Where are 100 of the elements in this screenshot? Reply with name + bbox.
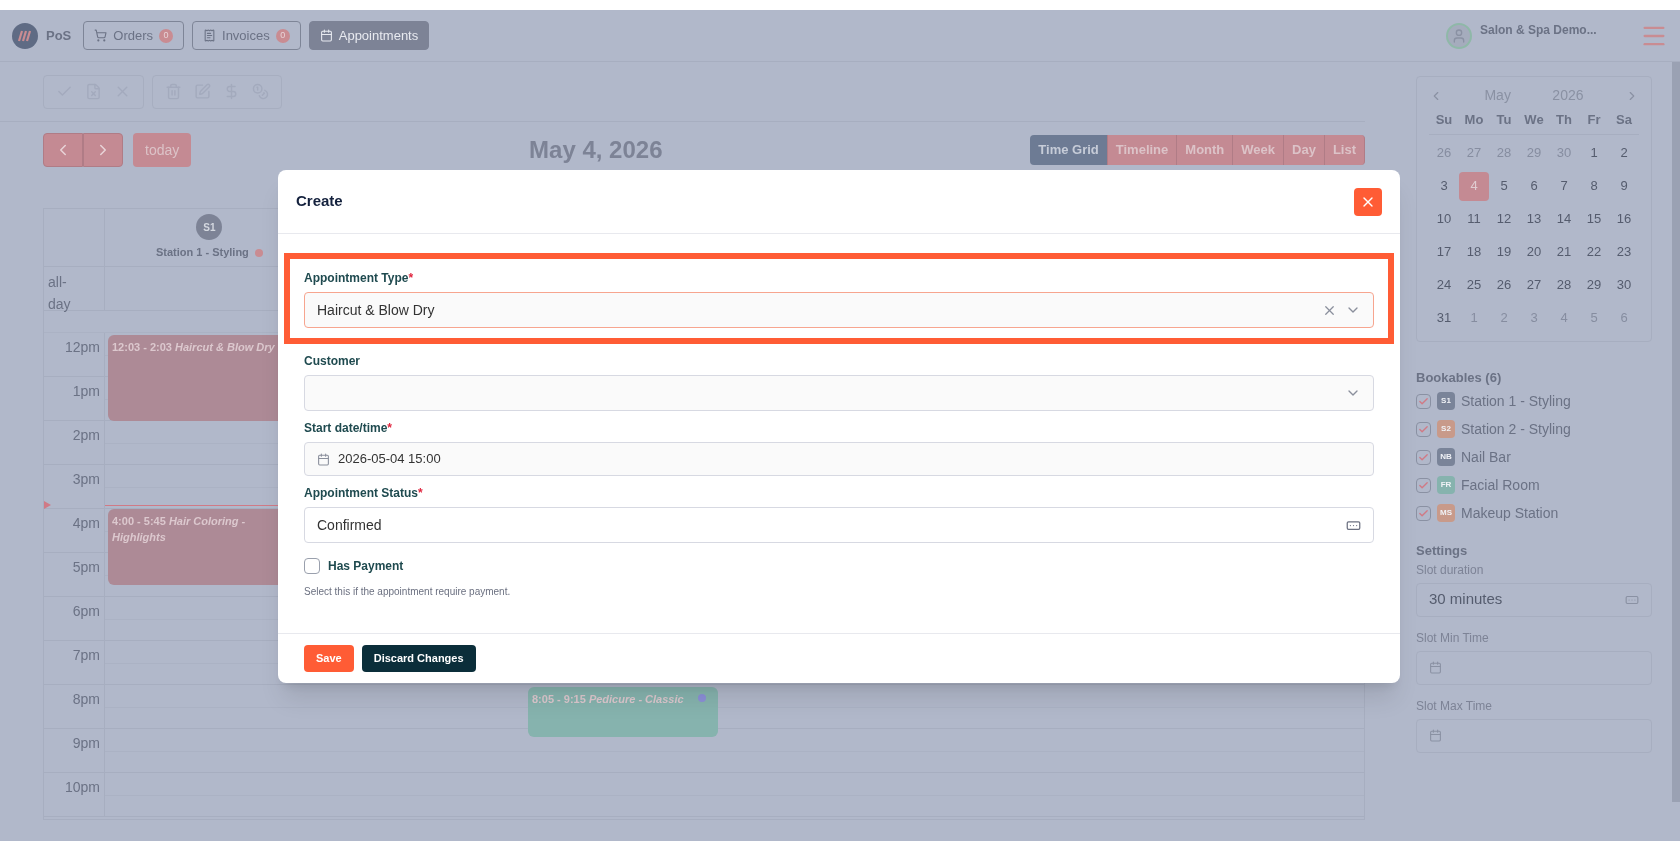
time-field[interactable]: [1416, 718, 1652, 753]
resource-name: Station 1 - Styling: [155, 245, 249, 261]
check-icon: [1418, 451, 1429, 463]
day-cell[interactable]: 13: [1519, 204, 1549, 234]
all-day-label: all-day: [48, 273, 72, 314]
select-field[interactable]: Haircut & Blow Dry: [304, 292, 1374, 328]
hour-label: 12pm: [64, 338, 100, 355]
checkbox[interactable]: [1416, 393, 1431, 409]
field-label: Customer: [304, 353, 361, 370]
weekday-label: Th: [1555, 111, 1573, 129]
nav-icon: [203, 29, 217, 42]
weekday-label: We: [1523, 111, 1545, 129]
day-cell[interactable]: 18: [1459, 237, 1489, 267]
view-tab[interactable]: List: [1324, 135, 1365, 165]
checkbox[interactable]: [1416, 477, 1431, 493]
day-cell[interactable]: 1: [1579, 138, 1609, 168]
resource-avatar: S1: [196, 214, 223, 241]
day-cell[interactable]: 28: [1549, 270, 1579, 300]
day-cell[interactable]: 11: [1459, 204, 1489, 234]
select-field[interactable]: [304, 375, 1374, 411]
logo-icon: [12, 22, 38, 49]
discard-button[interactable]: Discard Changes: [361, 645, 476, 672]
bookables-title: Bookables (6): [1416, 368, 1503, 387]
day-cell[interactable]: 10: [1429, 204, 1459, 234]
view-tab[interactable]: Day: [1284, 135, 1325, 165]
field-label: Appointment Type*: [304, 270, 415, 287]
resource-badge: S2: [1437, 420, 1455, 438]
day-cell[interactable]: 5: [1489, 171, 1519, 201]
event-text: 12:03 - 2:03 Haircut & Blow Dry: [112, 341, 275, 353]
hour-label: 5pm: [72, 558, 100, 575]
help-text: Select this if the appointment require payment.: [304, 585, 512, 599]
day-cell[interactable]: 31: [1429, 303, 1459, 333]
user-name: Salon & Spa Demo...: [1480, 21, 1598, 39]
view-tab[interactable]: Timeline: [1107, 135, 1178, 165]
date-field[interactable]: 2026-05-04 15:00: [304, 442, 1374, 476]
prev-button[interactable]: [43, 133, 83, 167]
hour-label: 3pm: [72, 470, 100, 487]
nav-icon: [319, 29, 333, 42]
day-cell[interactable]: 6: [1519, 171, 1549, 201]
person-icon: [1451, 27, 1467, 44]
resource-badge: MS: [1437, 504, 1455, 522]
day-cell[interactable]: 16: [1609, 204, 1639, 234]
check-icon: [1418, 423, 1429, 435]
field-label: Appointment Status*: [304, 485, 424, 502]
count-badge: 0: [159, 28, 174, 43]
day-cell[interactable]: 19: [1489, 237, 1519, 267]
day-cell[interactable]: 8: [1579, 171, 1609, 201]
day-cell[interactable]: 25: [1459, 270, 1489, 300]
weekday-label: Su: [1434, 111, 1454, 129]
next-button[interactable]: [83, 133, 123, 167]
day-cell[interactable]: 9: [1609, 171, 1639, 201]
settings-title: Settings: [1416, 542, 1469, 560]
today-button[interactable]: today: [133, 133, 192, 167]
checkbox[interactable]: [1416, 421, 1431, 437]
weekday-label: Sa: [1615, 111, 1633, 129]
checkbox[interactable]: [1416, 505, 1431, 521]
status-select[interactable]: Confirmed: [304, 507, 1374, 543]
count-badge: 0: [275, 28, 290, 43]
nav-button[interactable]: Orders 0: [83, 21, 185, 50]
bookable-name: Station 1 - Styling: [1461, 391, 1571, 411]
day-cell[interactable]: 15: [1579, 204, 1609, 234]
view-tab[interactable]: Week: [1233, 135, 1284, 165]
checkbox[interactable]: [1416, 449, 1431, 465]
day-cell[interactable]: 22: [1579, 237, 1609, 267]
hour-label: 2pm: [72, 426, 100, 443]
day-cell[interactable]: 7: [1549, 171, 1579, 201]
day-cell[interactable]: 3: [1429, 171, 1459, 201]
day-cell[interactable]: 17: [1429, 237, 1459, 267]
slot-duration-select[interactable]: 30 minutes: [1416, 582, 1652, 617]
bookable-name: Station 2 - Styling: [1461, 419, 1571, 439]
day-cell[interactable]: 26: [1489, 270, 1519, 300]
resource-badge: S1: [1437, 392, 1455, 410]
field-label: Start date/time*: [304, 420, 394, 437]
day-cell[interactable]: 30: [1609, 270, 1639, 300]
event-text: 8:05 - 9:15 Pedicure - Classic: [532, 693, 684, 705]
day-cell[interactable]: 4: [1459, 171, 1489, 201]
time-field[interactable]: [1416, 650, 1652, 685]
day-cell[interactable]: 20: [1519, 237, 1549, 267]
view-tab[interactable]: Time Grid: [1030, 135, 1108, 165]
day-cell[interactable]: 27: [1519, 270, 1549, 300]
day-cell[interactable]: 14: [1549, 204, 1579, 234]
nav-button[interactable]: Appointments: [308, 21, 430, 50]
view-tab[interactable]: Month: [1177, 135, 1234, 165]
day-cell[interactable]: 2: [1609, 138, 1639, 168]
close-button[interactable]: [1354, 187, 1382, 216]
day-cell[interactable]: 23: [1609, 237, 1639, 267]
day-cell[interactable]: 29: [1579, 270, 1609, 300]
save-button[interactable]: Save: [304, 645, 354, 672]
day-cell[interactable]: 24: [1429, 270, 1459, 300]
day-cell[interactable]: 12: [1489, 204, 1519, 234]
dialog-title: Create: [296, 191, 343, 212]
checkbox-label: Has Payment: [328, 558, 404, 575]
checkbox[interactable]: [304, 558, 320, 574]
calendar-icon: [317, 452, 330, 466]
day-cell[interactable]: 21: [1549, 237, 1579, 267]
bookable-name: Facial Room: [1461, 475, 1540, 495]
calendar-icon: [1429, 729, 1442, 742]
resource-badge: FR: [1437, 476, 1455, 494]
nav-icon: [94, 29, 108, 42]
nav-button[interactable]: Invoices 0: [192, 21, 301, 50]
